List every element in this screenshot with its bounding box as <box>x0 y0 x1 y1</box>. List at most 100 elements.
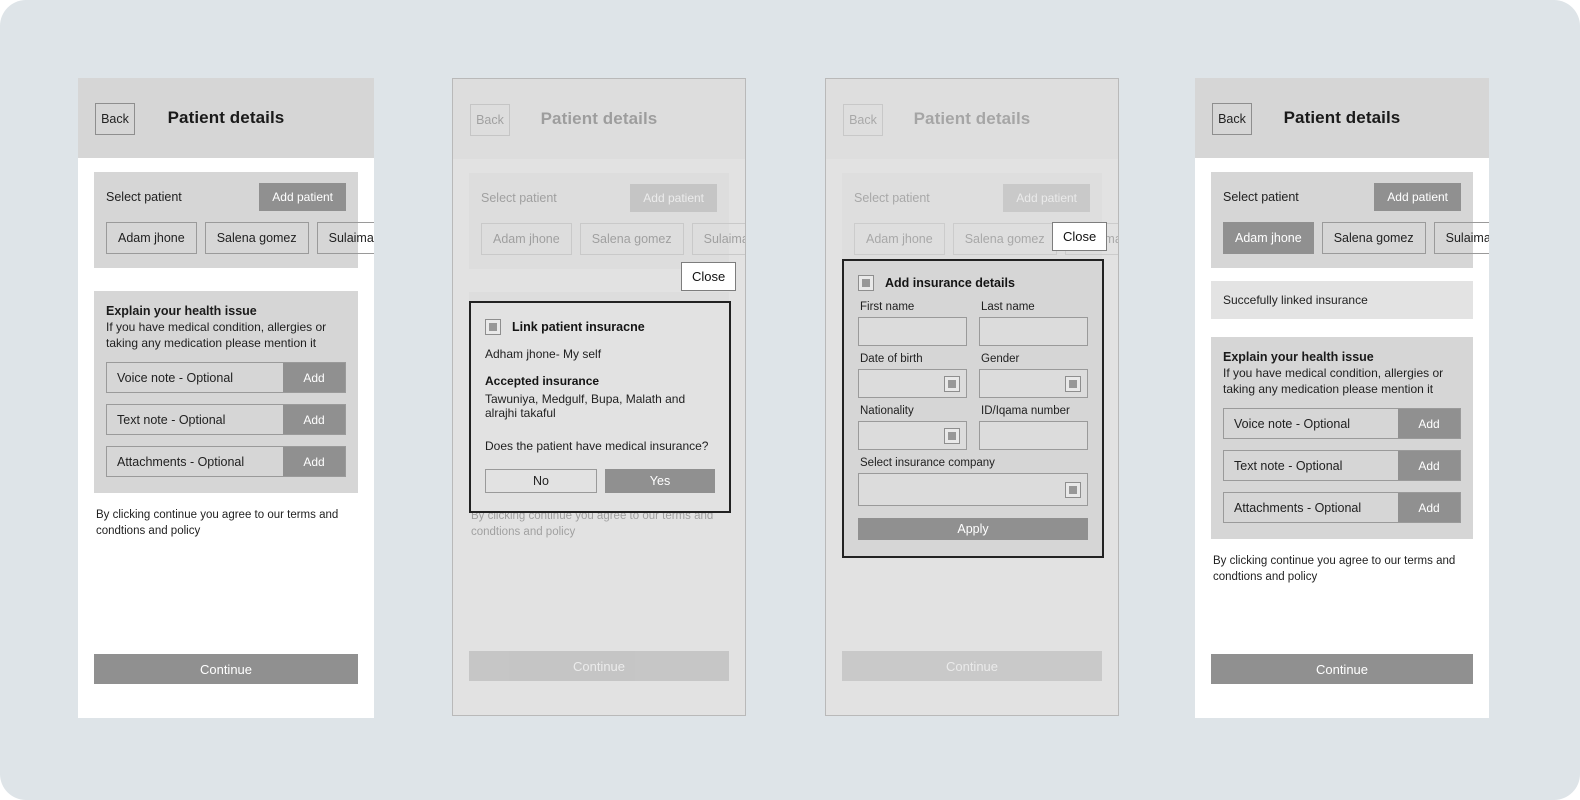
patient-chip: Adam jhone <box>854 223 945 255</box>
back-button[interactable]: Back <box>470 104 510 136</box>
modal-patient-line: Adham jhone- My self <box>485 347 602 361</box>
dropdown-square-icon[interactable] <box>1065 481 1081 498</box>
select-patient-label: Select patient <box>106 190 182 204</box>
dropdown-square-icon[interactable] <box>944 427 960 444</box>
select-patient-label: Select patient <box>481 191 557 205</box>
terms-text: By clicking continue you agree to our te… <box>96 509 339 538</box>
continue-button[interactable]: Continue <box>1211 654 1473 684</box>
back-button[interactable]: Back <box>843 104 883 136</box>
apply-button[interactable]: Apply <box>858 518 1088 540</box>
patient-chip: Adam jhone <box>481 223 572 255</box>
continue-button[interactable]: Continue <box>94 654 358 684</box>
add-voice-note-button[interactable]: Add <box>1398 409 1460 439</box>
add-patient-button[interactable]: Add patient <box>1374 183 1461 211</box>
note-row-voice[interactable]: Voice note - Optional Add <box>106 362 346 394</box>
note-row-attachments[interactable]: Attachments - Optional Add <box>1223 492 1461 524</box>
link-insurance-modal: Link patient insuracne Adham jhone- My s… <box>469 301 731 513</box>
screen-body: Select patient Add patient Adam jhone Sa… <box>78 158 374 540</box>
close-button[interactable]: Close <box>681 262 737 291</box>
health-issue-subtitle: If you have medical condition, allergies… <box>1223 366 1444 397</box>
health-issue-title: Explain your health issue <box>106 304 257 318</box>
modal-header: Link patient insuracne <box>485 319 715 335</box>
field-first-name: First name <box>858 301 967 346</box>
add-attachment-button[interactable]: Add <box>283 447 345 477</box>
note-label: Text note - Optional <box>1234 458 1343 473</box>
field-label: Nationality <box>860 405 914 417</box>
note-row-attachments[interactable]: Attachments - Optional Add <box>106 446 346 478</box>
nationality-select[interactable] <box>858 421 967 450</box>
modal-actions: No Yes <box>485 469 715 493</box>
add-patient-button: Add patient <box>630 184 717 212</box>
date-of-birth-select[interactable] <box>858 369 967 398</box>
first-name-input[interactable] <box>858 317 967 346</box>
select-patient-card: Select patient Add patient Adam jhone Sa… <box>1211 172 1489 268</box>
field-last-name: Last name <box>979 301 1088 346</box>
page-canvas: Back Patient details Select patient Add … <box>0 0 1580 800</box>
select-patient-card: Select patient Add patient Adam jhone Sa… <box>469 173 745 269</box>
app-header: Back Patient details <box>453 79 745 159</box>
app-header: Back Patient details <box>1195 78 1489 158</box>
note-label: Text note - Optional <box>117 412 226 427</box>
add-text-note-button[interactable]: Add <box>283 405 345 435</box>
close-button[interactable]: Close <box>1052 222 1108 251</box>
filled-square-icon <box>485 319 501 335</box>
modal-question: Does the patient have medical insurance? <box>485 439 709 453</box>
patient-chip-selected[interactable]: Adam jhone <box>1223 222 1314 254</box>
dropdown-square-icon[interactable] <box>1065 375 1081 392</box>
select-patient-label: Select patient <box>854 191 930 205</box>
no-button[interactable]: No <box>485 469 597 493</box>
add-insurance-details-sheet: Add insurance details First name Last na… <box>842 259 1104 558</box>
add-patient-button[interactable]: Add patient <box>259 183 346 211</box>
accepted-insurance-list: Tawuniya, Medgulf, Bupa, Malath and alra… <box>485 392 686 420</box>
app-header: Back Patient details <box>826 79 1118 159</box>
screen-3-add-insurance-details: Back Patient details Select patient Add … <box>825 78 1119 716</box>
patient-chip-list: Adam jhone Salena gomez Sulaiman azee <box>1223 222 1489 254</box>
note-label: Attachments - Optional <box>117 454 245 469</box>
patient-chip: Sulaiman azee <box>691 223 745 255</box>
patient-chip: Salena gomez <box>952 223 1057 255</box>
continue-button: Continue <box>469 651 729 681</box>
patient-chip[interactable]: Salena gomez <box>204 222 309 254</box>
insurance-company-select[interactable] <box>858 473 1088 506</box>
id-iqama-input[interactable] <box>979 421 1088 450</box>
screen-1-patient-details: Back Patient details Select patient Add … <box>78 78 374 718</box>
add-patient-button: Add patient <box>1003 184 1090 212</box>
select-patient-row: Select patient Add patient <box>854 184 1090 212</box>
last-name-input[interactable] <box>979 317 1088 346</box>
screen-4-insurance-linked: Back Patient details Select patient Add … <box>1195 78 1489 718</box>
field-label: Select insurance company <box>860 457 995 469</box>
select-patient-card: Select patient Add patient Adam jhone Sa… <box>842 173 1118 269</box>
add-voice-note-button[interactable]: Add <box>283 363 345 393</box>
patient-chip[interactable]: Sulaiman azee <box>316 222 374 254</box>
select-patient-label: Select patient <box>1223 190 1299 204</box>
back-button[interactable]: Back <box>95 103 135 135</box>
patient-chip: Salena gomez <box>579 223 684 255</box>
field-label: ID/Iqama number <box>981 405 1070 417</box>
back-button[interactable]: Back <box>1212 103 1252 135</box>
note-label: Voice note - Optional <box>1234 416 1351 431</box>
add-attachment-button[interactable]: Add <box>1398 493 1460 523</box>
patient-chip[interactable]: Sulaiman azee <box>1433 222 1489 254</box>
note-row-voice[interactable]: Voice note - Optional Add <box>1223 408 1461 440</box>
note-label: Voice note - Optional <box>117 370 234 385</box>
note-label: Attachments - Optional <box>1234 500 1362 515</box>
filled-square-icon <box>858 275 874 291</box>
health-issue-title: Explain your health issue <box>1223 350 1374 364</box>
terms-text: By clicking continue you agree to our te… <box>471 510 714 539</box>
patient-chip-list: Adam jhone Salena gomez Sulaiman azee <box>106 222 374 254</box>
note-row-text[interactable]: Text note - Optional Add <box>106 404 346 436</box>
sheet-header: Add insurance details <box>858 275 1088 291</box>
dropdown-square-icon[interactable] <box>944 375 960 392</box>
patient-chip[interactable]: Salena gomez <box>1321 222 1426 254</box>
gender-select[interactable] <box>979 369 1088 398</box>
yes-button[interactable]: Yes <box>605 469 715 493</box>
field-id-iqama: ID/Iqama number <box>979 405 1088 450</box>
patient-chip-list: Adam jhone Salena gomez Sulaiman azee <box>481 223 745 255</box>
patient-chip[interactable]: Adam jhone <box>106 222 197 254</box>
health-issue-card: Explain your health issue If you have me… <box>94 291 358 494</box>
field-insurance-company: Select insurance company <box>858 457 1088 506</box>
screen-body: Select patient Add patient Adam jhone Sa… <box>1195 158 1489 586</box>
note-row-text[interactable]: Text note - Optional Add <box>1223 450 1461 482</box>
add-text-note-button[interactable]: Add <box>1398 451 1460 481</box>
field-date-of-birth: Date of birth <box>858 353 967 398</box>
